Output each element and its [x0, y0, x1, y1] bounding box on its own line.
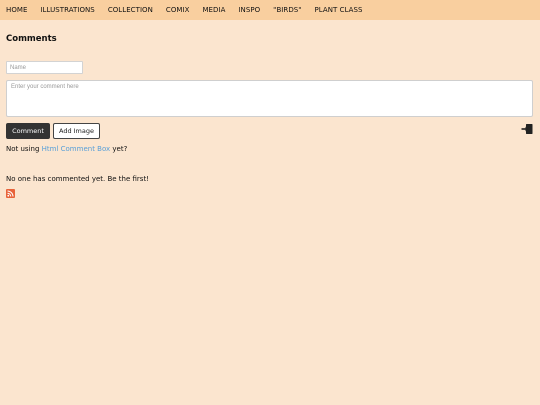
name-field[interactable]: Name — [6, 61, 83, 74]
comments-title: Comments — [6, 34, 57, 44]
comment-textarea[interactable]: Enter your comment here — [6, 80, 533, 117]
nav-item-comix[interactable]: COMIX — [166, 6, 190, 14]
promo-text: Not using Html Comment Box yet? — [6, 145, 127, 153]
nav-item-home[interactable]: HOME — [6, 6, 27, 14]
login-icon[interactable] — [521, 123, 533, 135]
add-image-button[interactable]: Add Image — [53, 123, 100, 139]
comment-button[interactable]: Comment — [6, 123, 50, 139]
nav-item-birds[interactable]: "BIRDS" — [273, 6, 301, 14]
nav-item-inspo[interactable]: INSPO — [238, 6, 260, 14]
nav-item-plant-class[interactable]: PLANT CLASS — [315, 6, 363, 14]
empty-comments-message: No one has commented yet. Be the first! — [6, 175, 150, 183]
html-comment-box-link[interactable]: Html Comment Box — [42, 145, 111, 153]
top-nav: HOME ILLUSTRATIONS COLLECTION COMIX MEDI… — [0, 0, 540, 20]
nav-item-media[interactable]: MEDIA — [202, 6, 225, 14]
promo-prefix: Not using — [6, 145, 40, 153]
nav-item-illustrations[interactable]: ILLUSTRATIONS — [40, 6, 94, 14]
nav-item-collection[interactable]: COLLECTION — [108, 6, 153, 14]
rss-icon[interactable] — [6, 189, 15, 198]
promo-suffix: yet? — [112, 145, 128, 153]
